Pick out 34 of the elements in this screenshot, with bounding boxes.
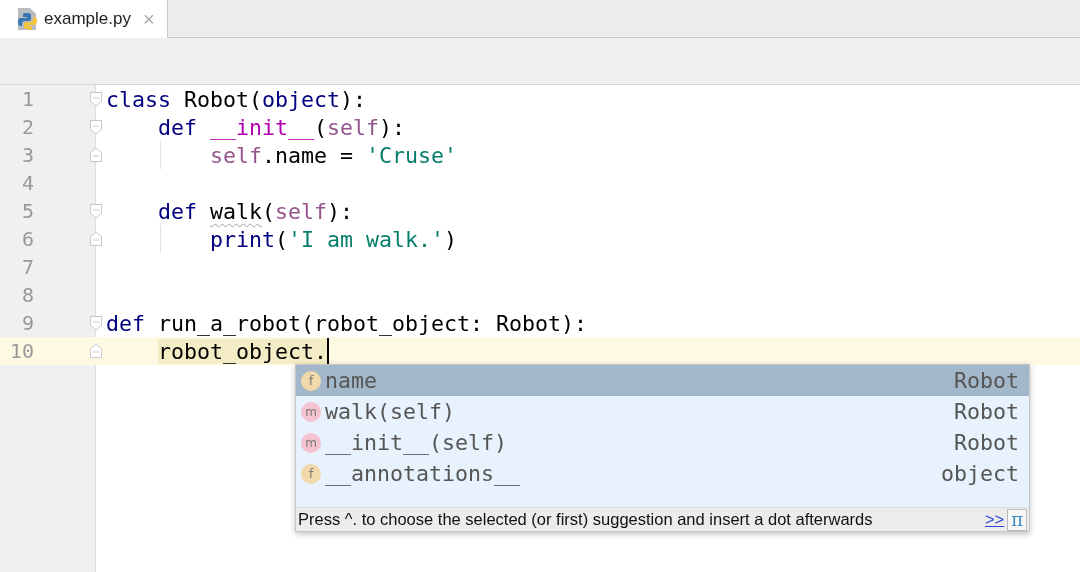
type-label: Robot: [954, 368, 1019, 393]
line-number: 6: [20, 227, 34, 251]
suggestion-item[interactable]: f __annotations__ object: [296, 458, 1029, 489]
hint-text: Press ^. to choose the selected (or first) suggestion and insert a dot afterwards: [298, 510, 874, 529]
type-label: object: [941, 461, 1019, 486]
field-icon: f: [301, 370, 321, 391]
line-number: 2: [20, 115, 34, 139]
code-line: self.name = 'Cruse': [209, 142, 458, 168]
method-icon: m: [301, 432, 321, 453]
more-link[interactable]: >>: [984, 510, 1005, 529]
suggestion-item[interactable]: f name Robot: [296, 365, 1029, 396]
code-line: def __init__(self):: [157, 114, 406, 140]
code-line: print('I am walk.'): [209, 226, 458, 252]
line-number: 4: [20, 171, 34, 195]
line-number: 3: [20, 143, 34, 167]
method-icon: m: [301, 401, 321, 422]
line-number: 7: [20, 255, 34, 279]
pin-button[interactable]: π: [1007, 508, 1027, 531]
code-line: class Robot(object):: [106, 86, 367, 112]
line-number: 9: [20, 311, 34, 335]
field-icon: f: [301, 463, 321, 484]
type-label: Robot: [954, 430, 1019, 455]
code-line: def run_a_robot(robot_object: Robot):: [106, 310, 588, 336]
tab-label: example.py: [44, 9, 131, 29]
line-number: 8: [20, 283, 34, 307]
line-number: 10: [8, 339, 34, 363]
type-label: Robot: [954, 399, 1019, 424]
line-number: 1: [20, 87, 34, 111]
line-number: 5: [20, 199, 34, 223]
suggestion-item[interactable]: m __init__(self) Robot: [296, 427, 1029, 458]
file-tab[interactable]: example.py ×: [0, 0, 168, 38]
code-line: def walk(self):: [157, 198, 354, 224]
suggestion-item[interactable]: m walk(self) Robot: [296, 396, 1029, 427]
python-file-icon: [16, 7, 38, 31]
